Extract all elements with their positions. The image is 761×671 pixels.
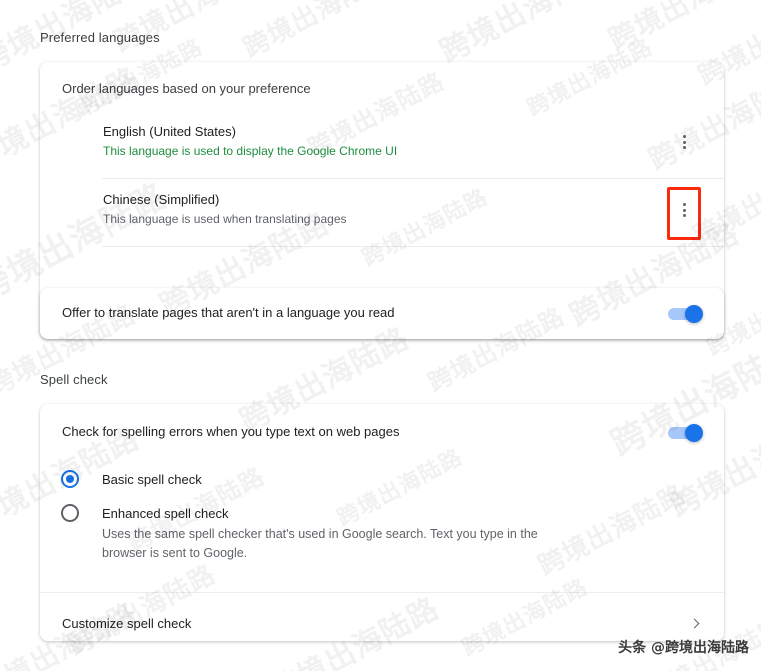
customize-spell-check-label: Customize spell check <box>62 616 192 631</box>
language-description: This language is used when translating p… <box>103 212 347 226</box>
translate-offer-card: Offer to translate pages that aren't in … <box>40 288 724 339</box>
annotation-highlight-box <box>667 187 701 240</box>
option-description-line2: browser is sent to Google. <box>102 546 248 560</box>
more-vert-icon[interactable] <box>672 130 696 154</box>
spell-check-enable-label: Check for spelling errors when you type … <box>62 424 400 439</box>
chevron-right-icon[interactable] <box>688 617 702 631</box>
language-description: This language is used to display the Goo… <box>103 144 398 158</box>
radio-basic-spell-check[interactable] <box>61 470 79 488</box>
spell-check-title: Spell check <box>40 372 108 387</box>
language-row[interactable]: Chinese (Simplified) This language is us… <box>40 187 724 240</box>
spell-check-card: Check for spelling errors when you type … <box>40 404 724 641</box>
language-row[interactable]: English (United States) This language is… <box>40 124 724 172</box>
attribution-text: 头条 @跨境出海陆路 <box>618 640 749 656</box>
row-divider <box>102 178 724 179</box>
language-name: Chinese (Simplified) <box>103 192 220 207</box>
row-divider <box>102 246 724 247</box>
preferred-languages-title: Preferred languages <box>40 30 160 45</box>
language-name: English (United States) <box>103 124 236 139</box>
option-label: Enhanced spell check <box>102 506 229 521</box>
section-divider <box>40 592 724 593</box>
radio-enhanced-spell-check[interactable] <box>61 504 79 522</box>
option-description-line1: Uses the same spell checker that's used … <box>102 527 538 541</box>
order-languages-heading: Order languages based on your preference <box>62 81 311 96</box>
option-label: Basic spell check <box>102 472 202 487</box>
translate-offer-label: Offer to translate pages that aren't in … <box>62 305 395 320</box>
translate-offer-toggle[interactable] <box>668 305 703 323</box>
spell-check-enable-toggle[interactable] <box>668 424 703 442</box>
